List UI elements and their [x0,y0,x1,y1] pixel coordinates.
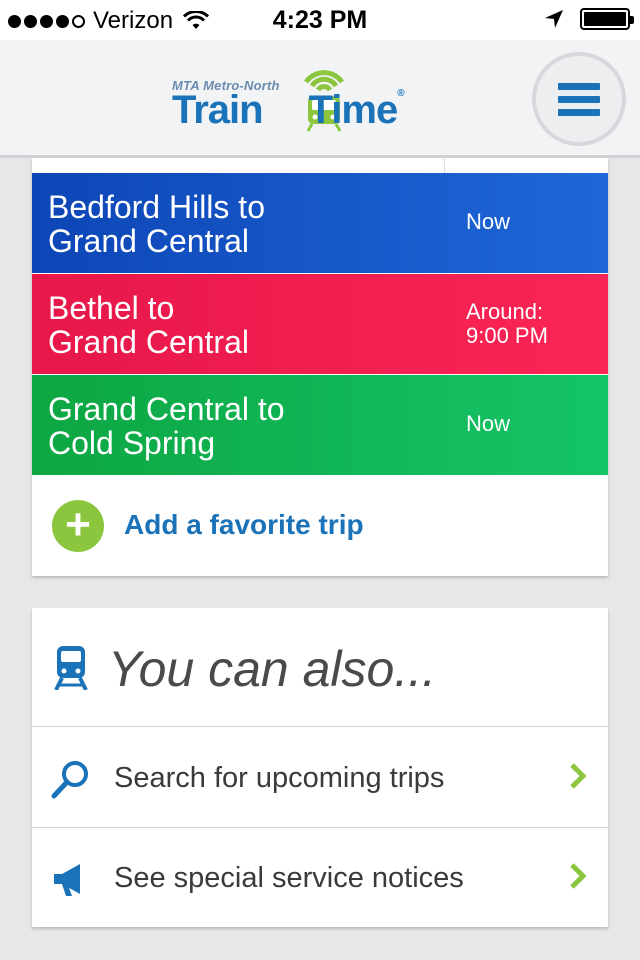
special-service-notices-label: See special service notices [114,862,464,894]
trip-destination: Grand Central [48,324,249,360]
app-header: MTA Metro-North Train Time® [0,40,640,158]
plus-icon: + [52,500,104,552]
search-upcoming-trips-button[interactable]: Search for upcoming trips [32,728,608,828]
row-divider [444,158,445,173]
hamburger-icon-line [558,95,600,103]
trip-origin: Grand Central to [48,391,285,427]
you-can-also-card: You can also... Search for upcoming trip… [32,608,608,927]
trip-origin: Bethel to [48,290,175,326]
logo-trademark: ® [397,88,404,99]
status-right [544,8,634,30]
favorite-trip-row[interactable]: Bedford Hills to Grand Central Now [32,173,608,273]
chevron-right-icon [570,763,587,789]
status-bar: Verizon 4:23 PM [0,0,640,40]
logo-word-time: Time [308,88,399,132]
you-can-also-title: You can also... [108,641,437,697]
train-icon [54,646,88,690]
logo-wordmark: Train Time® [172,88,405,133]
trip-name: Bedford Hills to Grand Central [48,190,428,258]
chevron-right-icon [570,863,587,889]
trip-destination: Cold Spring [48,425,216,461]
trip-time: Now [466,412,510,436]
trip-time-line2: 9:00 PM [466,323,548,348]
trip-destination: Grand Central [48,223,249,259]
add-favorite-trip-button[interactable]: + Add a favorite trip [32,476,608,576]
battery-icon [580,8,634,30]
menu-button[interactable] [532,52,626,146]
favorite-trip-row[interactable]: Grand Central to Cold Spring Now [32,375,608,475]
trip-time-line1: Now [466,411,511,436]
logo-word-train: Train [172,88,264,132]
hamburger-icon [558,82,600,90]
trip-name: Grand Central to Cold Spring [48,392,428,460]
trip-time-line1: Around: [466,299,544,324]
train-time-logo: MTA Metro-North Train Time® [172,58,472,150]
trip-time-line1: Now [466,209,511,234]
location-arrow-icon [545,10,563,28]
trip-name: Bethel to Grand Central [48,291,428,359]
favorite-trips-card: Bedford Hills to Grand Central Now Bethe… [32,158,608,576]
add-favorite-label: Add a favorite trip [124,509,364,540]
trip-time: Around: 9:00 PM [466,300,548,348]
trip-origin: Bedford Hills to [48,189,265,225]
megaphone-icon [54,864,80,896]
search-upcoming-trips-label: Search for upcoming trips [114,762,445,794]
you-can-also-header: You can also... [32,608,608,727]
trip-time: Now [466,210,510,234]
special-service-notices-button[interactable]: See special service notices [32,828,608,928]
previous-row-edge [32,158,608,173]
magnifier-icon [51,761,88,799]
favorite-trip-row[interactable]: Bethel to Grand Central Around: 9:00 PM [32,274,608,374]
hamburger-icon-line [558,108,600,116]
